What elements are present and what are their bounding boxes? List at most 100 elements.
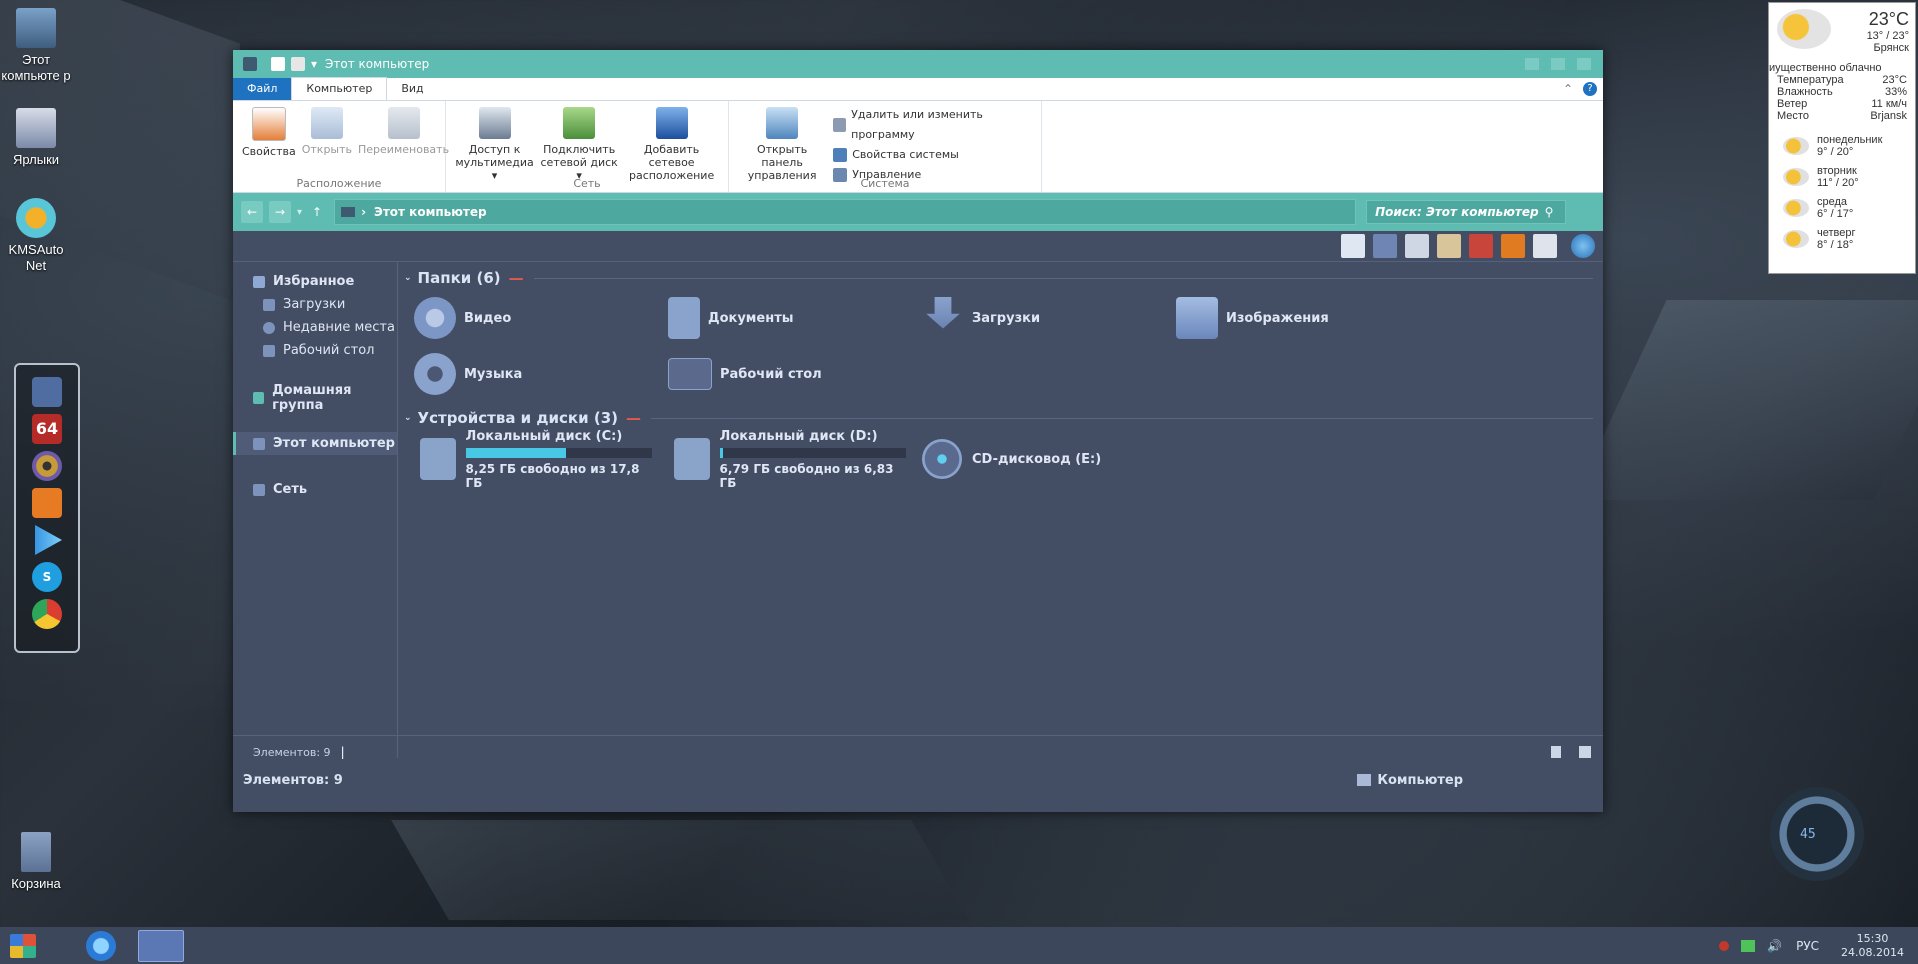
nav-favorites[interactable]: Избранное (233, 270, 397, 293)
file-explorer-taskbar-button[interactable] (138, 929, 184, 962)
folders-section-header[interactable]: ⌄ Папки (6) — (404, 266, 1603, 290)
recent-locations-icon[interactable]: ▾ (297, 207, 302, 218)
music-icon (414, 353, 456, 395)
desktop-icon-shortcuts[interactable]: Ярлыки (0, 108, 72, 168)
weather-detail-value: 33% (1884, 86, 1907, 98)
weather-detail-value: 11 км/ч (1871, 98, 1907, 110)
minimize-button[interactable] (1525, 58, 1539, 70)
nav-network[interactable]: Сеть (233, 478, 397, 501)
desktop-icon-recycle-bin[interactable]: Корзина (0, 832, 72, 892)
partly-cloudy-icon (1783, 136, 1809, 155)
help-icon[interactable]: ? (1583, 82, 1597, 96)
add-network-location-button[interactable]: Добавить сетевое расположение (621, 107, 722, 182)
search-input[interactable]: Поиск: Этот компьютер ⚲ (1366, 200, 1567, 224)
address-bar-row: ← → ▾ ↑ › Этот компьютер Поиск: Этот ком… (233, 193, 1603, 231)
nav-label: Рабочий стол (283, 343, 375, 358)
play-icon[interactable] (35, 525, 62, 555)
properties-button[interactable]: Свойства (239, 107, 299, 158)
partly-cloudy-icon (1783, 198, 1809, 217)
homegroup-icon (253, 391, 265, 404)
open-control-panel-button[interactable]: Открыть панель управления (735, 107, 829, 182)
chrome-icon[interactable] (32, 599, 62, 629)
uninstall-program-button[interactable]: Удалить или изменить программу (833, 105, 1035, 145)
document-icon (668, 297, 700, 339)
email-icon[interactable] (1533, 234, 1557, 258)
language-indicator[interactable]: РУС (1796, 939, 1819, 953)
network-drive-icon (563, 107, 596, 139)
maximize-button[interactable] (1551, 58, 1565, 70)
layout-icon[interactable] (1341, 234, 1365, 258)
globe-icon[interactable] (1571, 234, 1595, 258)
rename-button[interactable]: Переименовать (355, 107, 452, 156)
open-button[interactable]: Открыть (299, 107, 355, 156)
folder-downloads[interactable]: Загрузки (912, 290, 1166, 346)
ribbon: Свойства Открыть Переименовать Расположе… (233, 101, 1603, 193)
desktop-icon-this-pc[interactable]: Этот компьюте р (0, 8, 72, 84)
check-icon[interactable] (1501, 234, 1525, 258)
nav-recent-places[interactable]: Недавние места (233, 316, 397, 339)
qat-dropdown-icon[interactable]: ▾ (311, 57, 317, 71)
system-properties-button[interactable]: Свойства системы (833, 145, 1035, 165)
pen-app-icon[interactable] (32, 377, 62, 407)
media-access-button[interactable]: Доступ к мультимедиа ▾ (452, 107, 537, 182)
tab-file[interactable]: Файл (233, 78, 292, 100)
drive-e[interactable]: CD-дисковод (E:) (912, 430, 1166, 488)
folder-videos[interactable]: Видео (404, 290, 658, 346)
volume-icon[interactable]: 🔊 (1767, 939, 1782, 953)
weather-widget[interactable]: 23°C 13° / 23° Брянск иущественно облачн… (1768, 2, 1916, 274)
map-network-drive-button[interactable]: Подключить сетевой диск ▾ (537, 107, 621, 182)
details-view-icon[interactable] (1551, 746, 1561, 758)
breadcrumb: Этот компьютер (374, 205, 487, 219)
weather-detail-value: 23°C (1882, 74, 1907, 86)
record-icon[interactable] (1719, 940, 1730, 951)
tab-view[interactable]: Вид (387, 78, 437, 100)
clock[interactable]: 15:30 24.08.2014 (1841, 932, 1904, 960)
headphones-app-icon[interactable] (32, 488, 62, 518)
forecast-day-name: вторник (1817, 164, 1857, 177)
title-bar[interactable]: ▾ Этот компьютер (233, 50, 1603, 78)
start-button[interactable] (10, 933, 36, 958)
drive-c[interactable]: Локальный диск (C:) 8,25 ГБ свободно из … (404, 429, 658, 490)
folder-label: Видео (464, 310, 512, 326)
drive-d[interactable]: Локальный диск (D:) 6,79 ГБ свободно из … (658, 429, 912, 490)
nav-this-pc[interactable]: Этот компьютер (233, 432, 397, 455)
section-collapse-icon: — (508, 269, 524, 287)
folder-music[interactable]: Музыка (404, 346, 658, 402)
nav-desktop[interactable]: Рабочий стол (233, 339, 397, 362)
properties-quick-icon[interactable] (271, 57, 285, 71)
tab-computer[interactable]: Компьютер (291, 77, 388, 100)
disc-app-icon[interactable] (32, 451, 62, 481)
clock-date: 24.08.2014 (1841, 945, 1904, 959)
folder-documents[interactable]: Документы (658, 290, 912, 346)
forecast-day-temps: 9° / 20° (1817, 145, 1854, 158)
forecast-day: понедельник 9° / 20° (1769, 130, 1915, 161)
paste-icon[interactable] (1437, 234, 1461, 258)
collapse-ribbon-icon[interactable]: ⌃ (1563, 82, 1573, 96)
delete-icon[interactable] (1469, 234, 1493, 258)
address-bar[interactable]: › Этот компьютер (334, 199, 1357, 225)
new-folder-quick-icon[interactable] (291, 57, 305, 71)
internet-explorer-icon[interactable] (86, 930, 116, 961)
folder-pictures[interactable]: Изображения (1166, 290, 1420, 346)
close-button[interactable] (1577, 58, 1591, 70)
tiles-view-icon[interactable] (1579, 746, 1591, 758)
folder-desktop[interactable]: Рабочий стол (658, 346, 912, 402)
nav-downloads[interactable]: Загрузки (233, 293, 397, 316)
network-tray-icon[interactable] (1741, 939, 1756, 952)
cut-icon[interactable] (1373, 234, 1397, 258)
desktop-icon-kmsauto[interactable]: KMSAuto Net (0, 198, 72, 274)
drives-section-header[interactable]: ⌄ Устройства и диски (3) — (404, 406, 1603, 430)
copy-icon[interactable] (1405, 234, 1429, 258)
nav-homegroup[interactable]: Домашняя группа (233, 383, 397, 413)
back-button[interactable]: ← (241, 201, 263, 223)
forward-button[interactable]: → (269, 201, 291, 223)
speedometer-gadget[interactable]: 45 (1770, 787, 1864, 881)
chevron-down-icon: ⌄ (404, 413, 412, 423)
button-label-line1: Подключить (543, 143, 616, 156)
skype-icon[interactable]: S (32, 562, 62, 592)
up-button[interactable]: ↑ (312, 205, 322, 219)
open-icon (310, 107, 343, 139)
aida64-icon[interactable]: 64 (32, 414, 62, 444)
folders-grid: Видео Документы Загрузки Изображения Муз… (404, 290, 1603, 402)
weather-temp: 23°C (1868, 9, 1909, 29)
